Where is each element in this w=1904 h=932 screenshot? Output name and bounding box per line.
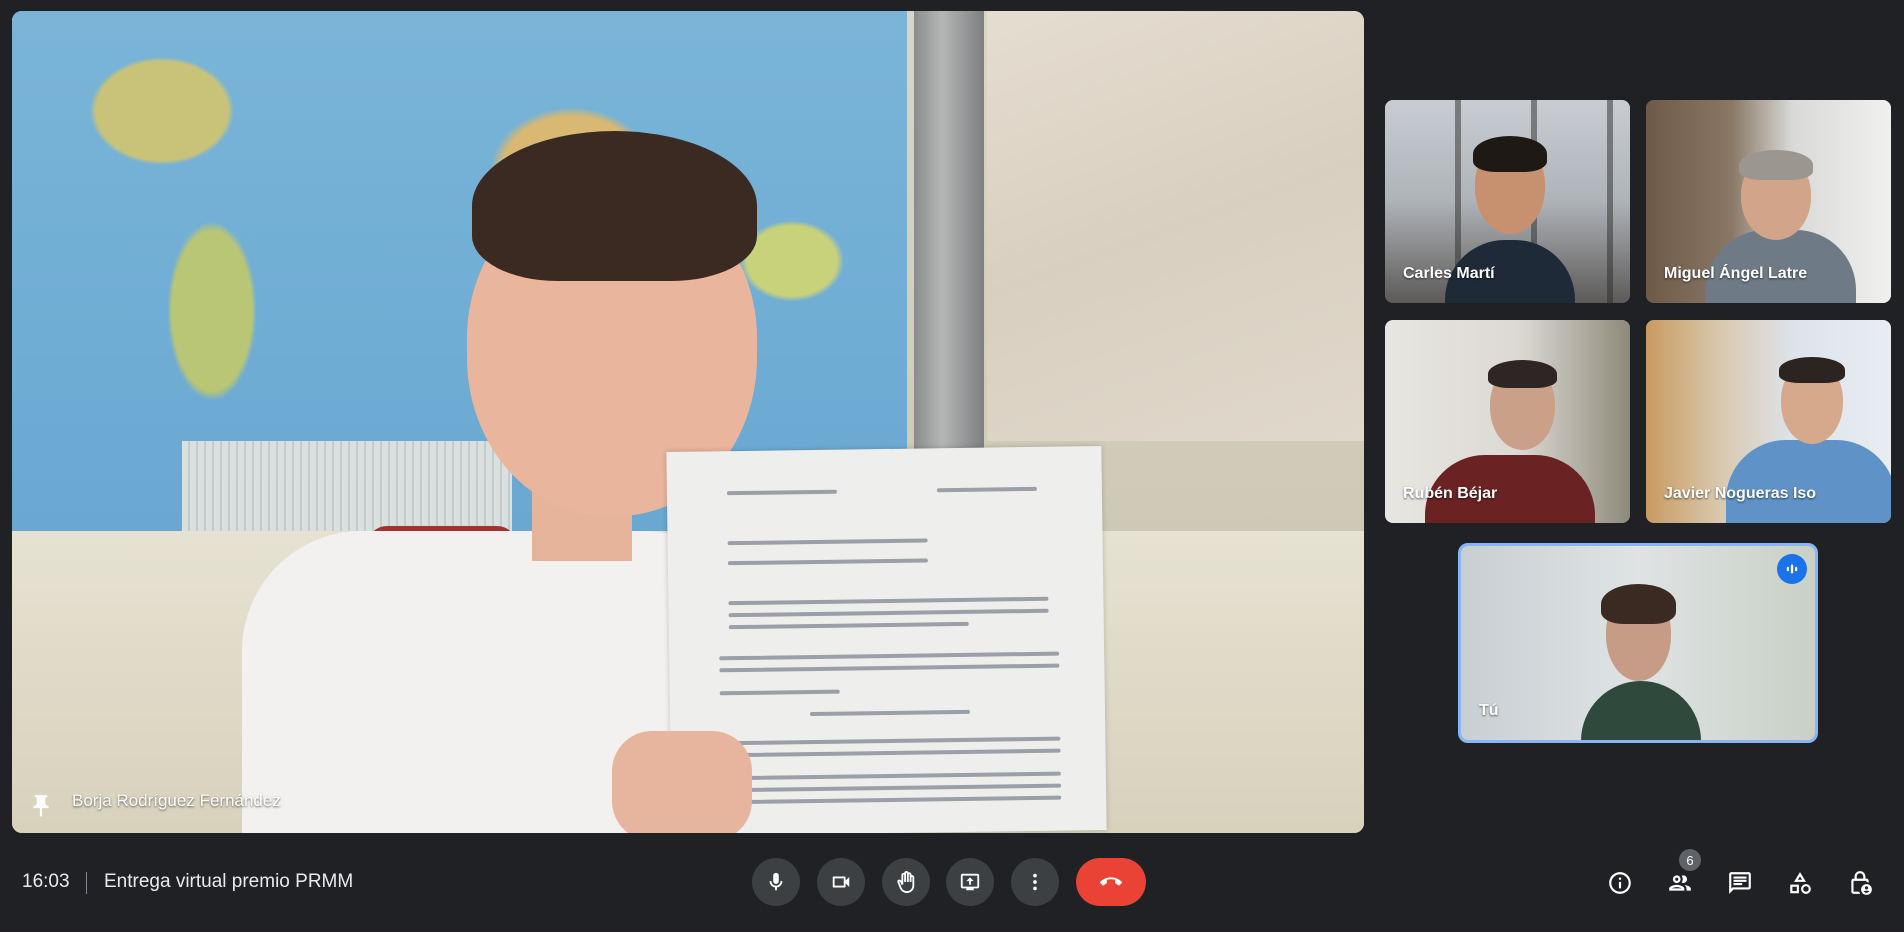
- pin-icon[interactable]: [28, 791, 54, 821]
- people-icon: [1669, 875, 1691, 891]
- present-screen-icon: [960, 873, 980, 891]
- more-vert-icon: [1033, 873, 1037, 891]
- camera-button[interactable]: [817, 858, 865, 906]
- participant-tile[interactable]: Carles Martí: [1385, 100, 1630, 303]
- meeting-time: 16:03: [22, 871, 70, 892]
- self-name: Tú: [1479, 702, 1499, 719]
- participant-tile[interactable]: Rubén Béjar: [1385, 320, 1630, 523]
- participant-count-badge: 6: [1679, 849, 1701, 871]
- meeting-title: Entrega virtual premio PRMM: [104, 871, 354, 892]
- present-button[interactable]: [946, 858, 994, 906]
- chat-icon: [1729, 872, 1751, 894]
- mic-icon: [769, 872, 783, 891]
- info-icon: [1609, 872, 1631, 894]
- participant-name: Rubén Béjar: [1403, 485, 1498, 502]
- audio-level-icon: [1777, 554, 1807, 584]
- main-speaker-name: Borja Rodríguez Fernández: [72, 791, 281, 810]
- call-end-icon: [1100, 877, 1122, 886]
- chat-button[interactable]: [1720, 863, 1760, 903]
- shapes-icon: [1790, 872, 1811, 894]
- main-speaker-tile[interactable]: Borja Rodríguez Fernández: [12, 11, 1364, 833]
- activities-button[interactable]: [1780, 863, 1820, 903]
- participant-name: Carles Martí: [1403, 265, 1495, 282]
- separator: [86, 872, 87, 894]
- participant-name: Miguel Ángel Latre: [1664, 265, 1808, 282]
- participant-tile[interactable]: Javier Nogueras Iso: [1646, 320, 1891, 523]
- mic-button[interactable]: [752, 858, 800, 906]
- main-speaker-video: [12, 11, 1364, 833]
- hand-icon: [897, 871, 915, 893]
- lock-person-icon: [1851, 871, 1872, 895]
- leave-call-button[interactable]: [1076, 858, 1146, 906]
- host-controls-button[interactable]: [1840, 863, 1880, 903]
- meeting-details-button[interactable]: [1600, 863, 1640, 903]
- participant-tile[interactable]: Miguel Ángel Latre: [1646, 100, 1891, 303]
- participant-name: Javier Nogueras Iso: [1664, 485, 1817, 502]
- self-view-tile[interactable]: Tú: [1458, 543, 1818, 743]
- raise-hand-button[interactable]: [882, 858, 930, 906]
- camera-icon: [832, 876, 850, 888]
- more-options-button[interactable]: [1011, 858, 1059, 906]
- bottom-toolbar: 16:03 Entrega virtual premio PRMM 6: [0, 843, 1904, 932]
